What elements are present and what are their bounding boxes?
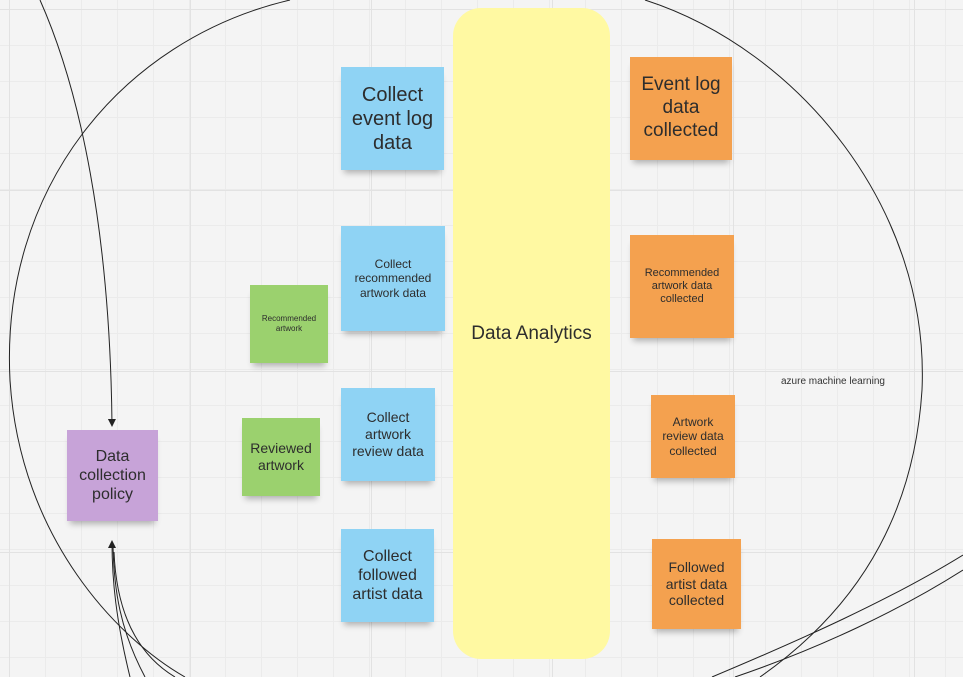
connector-right-2 [734,569,963,677]
boundary-circle [8,0,291,677]
sticky-text: Collect recommended artwork data [354,256,432,300]
sticky-data-collection-policy[interactable]: Data collection policy [67,430,158,521]
sticky-event-log-collected[interactable]: Event log data collected [630,57,732,160]
arrow-from-below-1 [108,540,131,677]
sticky-text: Data collection policy [79,447,146,504]
sticky-text: Collect artwork review data [352,409,424,459]
connector-right-1 [711,554,963,677]
sticky-reviewed-artwork[interactable]: Reviewed artwork [242,418,320,496]
sticky-collect-review[interactable]: Collect artwork review data [341,388,435,481]
sticky-collect-event-log[interactable]: Collect event log data [341,67,444,170]
sticky-recommended-collected[interactable]: Recommended artwork data collected [630,235,734,338]
arrow-from-below-3 [113,551,176,677]
sticky-collect-recommended[interactable]: Collect recommended artwork data [341,226,445,331]
sticky-text: Followed artist data collected [665,558,728,609]
data-analytics-lane[interactable]: Data Analytics [453,8,610,659]
sticky-text: Recommended artwork data collected [644,266,720,306]
data-analytics-label: Data Analytics [471,322,592,344]
arrow-to-policy [39,0,116,427]
sticky-text: Recommended artwork [261,314,317,333]
sticky-text: Collect event log data [351,83,434,154]
sticky-text: Artwork review data collected [662,414,724,458]
sticky-review-collected[interactable]: Artwork review data collected [651,395,735,478]
sticky-text: Event log data collected [641,74,721,141]
sticky-text: Reviewed artwork [250,440,312,473]
arrow-from-below-2 [112,545,146,677]
azure-machine-learning-label: azure machine learning [781,376,885,387]
sticky-recommended-artwork[interactable]: Recommended artwork [250,285,328,363]
sticky-followed-collected[interactable]: Followed artist data collected [652,539,741,629]
sticky-collect-followed[interactable]: Collect followed artist data [341,529,434,622]
sticky-text: Collect followed artist data [352,547,423,604]
